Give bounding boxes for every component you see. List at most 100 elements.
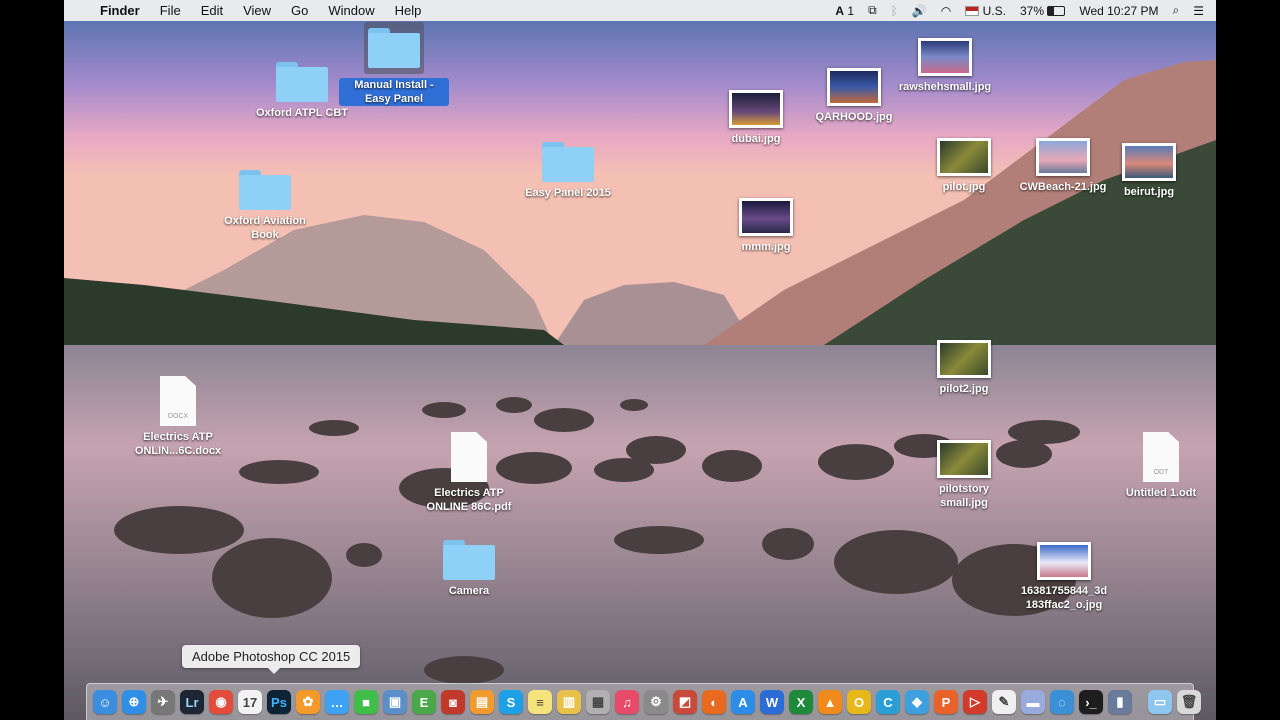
desktop-item[interactable]: mmm.jpg	[711, 198, 821, 254]
menu-window[interactable]: Window	[318, 3, 384, 18]
menu-edit[interactable]: Edit	[191, 3, 233, 18]
image-thumbnail	[937, 138, 991, 176]
desktop-item-label: Electrics ATP ONLINE 86C.pdf	[426, 487, 512, 513]
folder-icon	[443, 540, 495, 580]
wifi-icon[interactable]: ◠	[941, 4, 951, 18]
input-source-label: U.S.	[982, 3, 1006, 18]
messages-icon[interactable]: …	[325, 690, 349, 714]
wallpaper-mountains	[64, 20, 1216, 685]
grapher-icon[interactable]: ◩	[673, 690, 697, 714]
lightroom-icon[interactable]: Lr	[180, 690, 204, 714]
desktop-item-label: 16381755844_3d 183ffac2_o.jpg	[1020, 585, 1108, 611]
powerpoint-icon[interactable]: P	[934, 690, 958, 714]
desktop-item-label: pilot2.jpg	[939, 383, 989, 395]
preview-icon[interactable]: ▣	[383, 690, 407, 714]
desktop-item-label: QARHOOD.jpg	[815, 111, 893, 123]
menu-view[interactable]: View	[233, 3, 281, 18]
desktop-item[interactable]: ODT Untitled 1.odt	[1106, 432, 1216, 500]
safari-icon[interactable]: ⊕	[122, 690, 146, 714]
firefox-icon[interactable]: ◐	[702, 690, 726, 714]
desktop-item-label: Electrics ATP ONLIN...6C.docx	[134, 431, 222, 457]
photos-icon[interactable]: ✿	[296, 690, 320, 714]
launchpad-icon[interactable]: ✈	[151, 690, 175, 714]
finder-icon[interactable]: ☺	[93, 690, 117, 714]
file-ext: ODT	[1153, 469, 1169, 476]
chrome-icon[interactable]: ◉	[209, 690, 233, 714]
vlc-icon[interactable]: ▲	[818, 690, 842, 714]
status-menus: A 1 ⧉ ᛒ 🔊 ◠ U.S. 37% Wed 10:27 PM ⌕ ☰	[835, 0, 1204, 21]
battery-status[interactable]: 37%	[1019, 3, 1066, 18]
input-source[interactable]: U.S.	[965, 4, 1006, 18]
desktop-item[interactable]: 16381755844_3d 183ffac2_o.jpg	[1009, 542, 1119, 612]
trash-icon[interactable]: 🗑	[1177, 690, 1201, 714]
desktop-item-label: Manual Install - Easy Panel	[339, 78, 449, 106]
ibooks-icon[interactable]: ▤	[470, 690, 494, 714]
desktop-item-label: beirut.jpg	[1123, 186, 1175, 198]
photobooth-icon[interactable]: ◙	[441, 690, 465, 714]
adobe-status[interactable]: A 1	[835, 4, 854, 18]
clock[interactable]: Wed 10:27 PM	[1079, 4, 1158, 18]
applications-folder-icon[interactable]: ▭	[1148, 690, 1172, 714]
desktop-item[interactable]: Electrics ATP ONLINE 86C.pdf	[414, 432, 524, 514]
desktop-item-label: Oxford ATPL CBT	[255, 107, 349, 119]
image-capture-icon[interactable]: ▦	[586, 690, 610, 714]
volume-icon[interactable]: 🔊	[912, 4, 927, 18]
notes-icon[interactable]: ≡	[528, 690, 552, 714]
stickies-icon[interactable]: ▥	[557, 690, 581, 714]
selection-highlight	[364, 22, 424, 74]
desktop-item-label: Easy Panel 2015	[525, 187, 611, 199]
system-preferences-icon[interactable]: ⚙	[644, 690, 668, 714]
menu-finder[interactable]: Finder	[90, 3, 150, 18]
calendar-icon[interactable]: 17	[238, 690, 262, 714]
desktop-item[interactable]: Easy Panel 2015	[513, 142, 623, 200]
word-icon[interactable]: W	[760, 690, 784, 714]
menu-help[interactable]: Help	[385, 3, 432, 18]
terminal-icon[interactable]: ›_	[1079, 690, 1103, 714]
filmstrip-icon[interactable]: ▮	[1108, 690, 1132, 714]
menu-go[interactable]: Go	[281, 3, 318, 18]
spotlight-icon[interactable]: ⌕	[1173, 3, 1180, 18]
excel-icon[interactable]: X	[789, 690, 813, 714]
image-thumbnail	[739, 198, 793, 236]
desktop-item[interactable]: Oxford Aviation Book	[210, 170, 320, 242]
facetime-icon[interactable]: ■	[354, 690, 378, 714]
display-icon[interactable]: ⧉	[868, 3, 877, 18]
parallels-icon[interactable]: ▷	[963, 690, 987, 714]
us-flag-icon	[965, 6, 980, 17]
folder-icon[interactable]: ▬	[1021, 690, 1045, 714]
file-ext: DOCX	[167, 413, 189, 420]
odt-file-icon: ODT	[1143, 432, 1179, 482]
desktop-item[interactable]: pilot2.jpg	[909, 340, 1019, 396]
itunes-icon[interactable]: ♫	[615, 690, 639, 714]
desktop-item-selected[interactable]: Manual Install - Easy Panel	[339, 22, 449, 107]
notification-center-icon[interactable]: ☰	[1193, 4, 1204, 18]
skype-icon[interactable]: S	[499, 690, 523, 714]
desktop-item[interactable]: Camera	[414, 540, 524, 598]
bluetooth-icon[interactable]: ᛒ	[891, 4, 898, 18]
menu-bar: Finder File Edit View Go Window Help A 1…	[64, 0, 1216, 21]
desktop-item[interactable]: DOCX Electrics ATP ONLIN...6C.docx	[123, 376, 233, 458]
desktop-item-label: rawshehsmall.jpg	[898, 81, 992, 93]
folder-icon	[368, 28, 420, 68]
menu-file[interactable]: File	[150, 3, 191, 18]
cyberduck-icon[interactable]: C	[876, 690, 900, 714]
desktop-item[interactable]: pilotstory small.jpg	[909, 440, 1019, 510]
desktop-item[interactable]: rawshehsmall.jpg	[890, 38, 1000, 94]
dock-tooltip: Adobe Photoshop CC 2015	[182, 645, 361, 674]
desktop-item[interactable]: pilot.jpg	[909, 138, 1019, 194]
desktop-item[interactable]: dubai.jpg	[701, 90, 811, 146]
image-thumbnail	[1036, 138, 1090, 176]
desktop-item[interactable]: beirut.jpg	[1094, 143, 1204, 199]
image-thumbnail	[937, 440, 991, 478]
migration-icon[interactable]: ◌	[1050, 690, 1074, 714]
image-thumbnail	[729, 90, 783, 128]
desktop-item-label: Camera	[448, 585, 490, 597]
filemerge-icon[interactable]: ◆	[905, 690, 929, 714]
battery-percent: 37%	[1019, 3, 1044, 18]
folder-icon	[239, 170, 291, 210]
outlook-icon[interactable]: O	[847, 690, 871, 714]
app-store-icon[interactable]: A	[731, 690, 755, 714]
textedit-icon[interactable]: ✎	[992, 690, 1016, 714]
evernote-icon[interactable]: E	[412, 690, 436, 714]
photoshop-icon[interactable]: Ps	[267, 690, 291, 714]
